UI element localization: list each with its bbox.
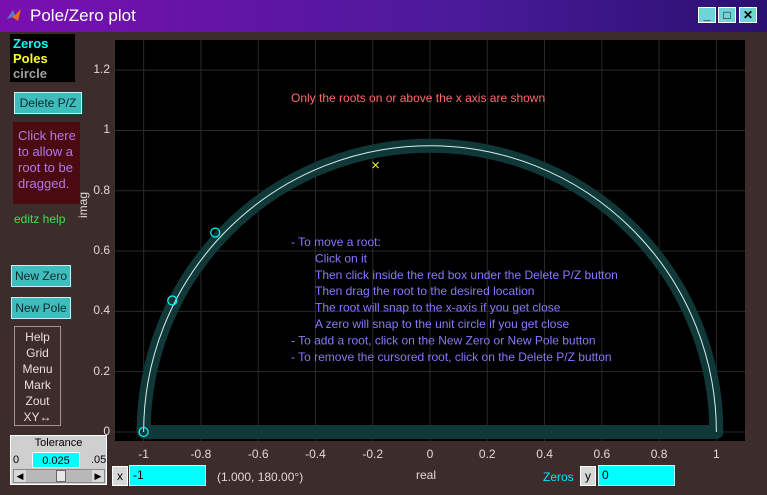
legend-zeros: Zeros <box>13 36 49 51</box>
legend-poles: Poles <box>13 51 48 66</box>
tolerance-slider[interactable]: ◀ ▶ <box>13 469 105 483</box>
y-tick-label: 1.2 <box>93 62 110 77</box>
y-tick-label: 1 <box>103 122 110 137</box>
cursor-polar-readout: (1.000, 180.00°) <box>217 470 304 484</box>
x-tick-label: -0.8 <box>190 447 212 461</box>
drag-hint-line: root to be <box>18 160 73 175</box>
matlab-logo-icon <box>7 9 21 21</box>
close-button[interactable]: ✕ <box>739 7 757 23</box>
tolerance-value[interactable]: 0.025 <box>32 452 80 468</box>
zeros-mode-label[interactable]: Zeros <box>543 470 574 484</box>
instruction-line: A zero will snap to the unit circle if y… <box>315 317 569 331</box>
menu-box: Help Grid Menu Mark Zout XY↔ <box>14 326 61 426</box>
new-pole-button[interactable]: New Pole <box>11 297 71 319</box>
instruction-line: Click on it <box>315 251 368 265</box>
editz-help-link[interactable]: editz help <box>14 212 65 226</box>
menu-item-menu[interactable]: Menu <box>15 361 60 377</box>
tolerance-label: Tolerance <box>34 437 83 449</box>
instruction-line: - To remove the cursored root, click on … <box>291 350 612 364</box>
pole-zero-plot[interactable]: Only the roots on or above the x axis ar… <box>115 40 745 441</box>
x-tick-label: -0.4 <box>305 447 326 461</box>
window-title: Pole/Zero plot <box>30 6 136 25</box>
menu-item-xy[interactable]: XY↔ <box>15 409 60 425</box>
y-tick-label: 0 <box>103 423 110 438</box>
x-tick-label: -0.6 <box>247 447 269 461</box>
slider-thumb[interactable] <box>56 470 66 482</box>
maximize-button[interactable]: □ <box>718 7 736 23</box>
cursor-x-input[interactable]: -1 <box>129 465 206 486</box>
slider-left-arrow-icon[interactable]: ◀ <box>14 470 26 482</box>
instruction-line: Then click inside the red box under the … <box>315 268 618 282</box>
menu-item-help[interactable]: Help <box>15 329 60 345</box>
new-zero-button[interactable]: New Zero <box>11 265 71 287</box>
slider-right-arrow-icon[interactable]: ▶ <box>92 470 104 482</box>
drag-enable-box[interactable]: Click here to allow a root to be dragged… <box>13 122 80 204</box>
drag-hint-line: dragged. <box>18 176 70 191</box>
delete-pz-button[interactable]: Delete P/Z <box>14 92 82 114</box>
drag-hint-line: Click here <box>18 128 76 143</box>
title-bar: Pole/Zero plot _ □ ✕ <box>0 0 767 32</box>
y-tick-label: 0.6 <box>93 243 110 258</box>
menu-item-zout[interactable]: Zout <box>15 393 60 409</box>
legend-circle: circle <box>13 66 47 81</box>
minimize-button[interactable]: _ <box>698 7 716 23</box>
cursor-x-label: x <box>112 466 128 486</box>
menu-item-grid[interactable]: Grid <box>15 345 60 361</box>
instruction-line: The root will snap to the x-axis if you … <box>315 301 561 315</box>
y-tick-label: 0.8 <box>93 182 110 197</box>
menu-item-mark[interactable]: Mark <box>15 377 60 393</box>
instruction-line: - To add a root, click on the New Zero o… <box>291 333 596 347</box>
x-tick-label: 0.4 <box>536 447 553 461</box>
drag-hint-line: to allow a <box>18 144 73 159</box>
cursor-y-input[interactable]: 0 <box>598 465 675 486</box>
x-tick-label: -0.2 <box>362 447 384 461</box>
x-tick-label: 0.8 <box>650 447 668 461</box>
x-axis-label: real <box>416 468 437 482</box>
instruction-line: - To move a root: <box>291 235 381 249</box>
tolerance-max: .05 <box>91 454 107 466</box>
y-tick-label: 0.2 <box>93 363 110 378</box>
tolerance-panel: Tolerance 0 0.025 .05 ◀ ▶ <box>10 435 107 485</box>
x-tick-label: 0.6 <box>593 447 611 461</box>
instruction-line: Then drag the root to the desired locati… <box>315 284 534 298</box>
x-tick-label: 1 <box>713 447 720 461</box>
y-tick-label: 0.4 <box>93 303 110 318</box>
cursor-y-label: y <box>580 466 596 486</box>
pole-marker[interactable] <box>372 161 379 169</box>
tolerance-min: 0 <box>13 454 20 466</box>
plot-svg[interactable]: Only the roots on or above the x axis ar… <box>115 40 745 441</box>
legend: Zeros Poles circle <box>10 34 75 82</box>
x-tick-label: -1 <box>138 447 149 461</box>
plot-notice: Only the roots on or above the x axis ar… <box>291 91 545 105</box>
x-tick-label: 0 <box>426 447 434 461</box>
x-tick-label: 0.2 <box>478 447 496 461</box>
